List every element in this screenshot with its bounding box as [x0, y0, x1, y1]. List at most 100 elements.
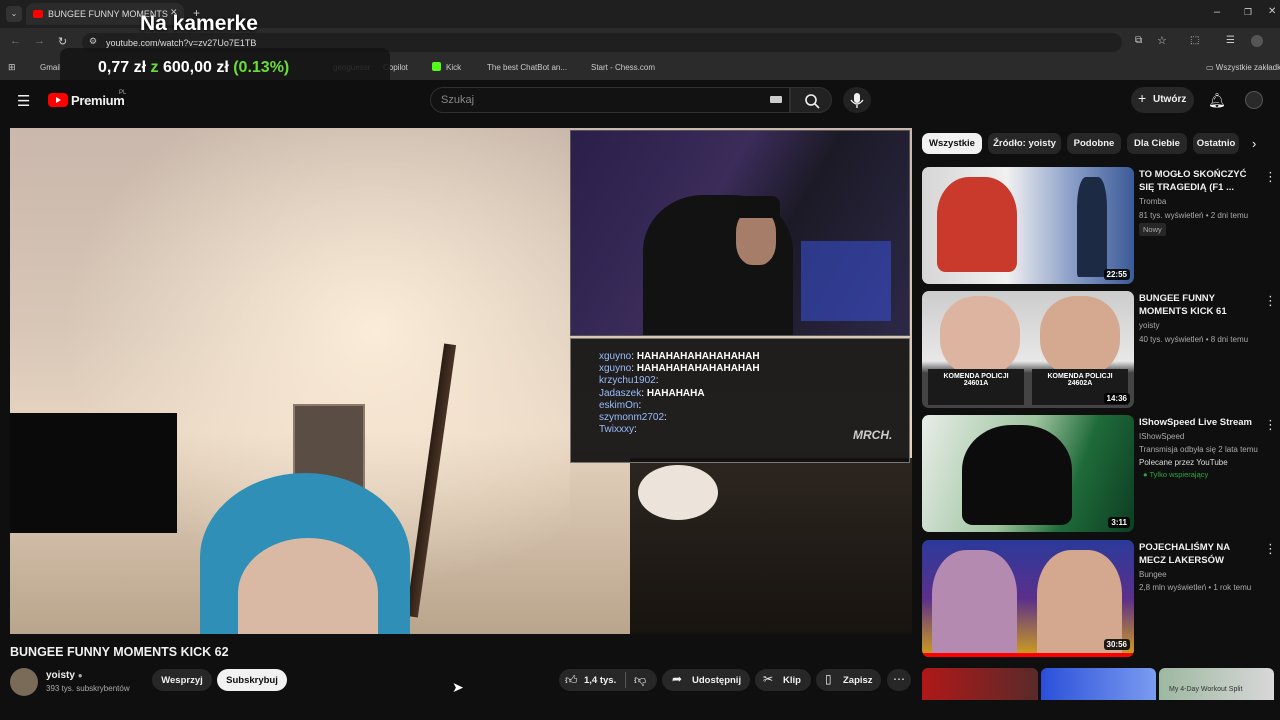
thumb-figure	[932, 550, 1017, 657]
thumbnail[interactable]: 30:56	[922, 540, 1134, 657]
tab-search-icon[interactable]: ⌄	[6, 6, 22, 22]
microphone-icon[interactable]	[843, 87, 871, 113]
account-avatar[interactable]	[1245, 91, 1263, 109]
install-app-icon[interactable]: ⧉	[1135, 35, 1142, 46]
search-input[interactable]: Szukaj	[430, 87, 790, 113]
channel-avatar[interactable]	[10, 668, 38, 696]
search-button[interactable]	[790, 87, 832, 113]
bookmark-kick[interactable]: Kick	[446, 63, 461, 72]
chat-message: szymonm2702:	[599, 412, 667, 424]
bookmark-gmail[interactable]: Gmail	[40, 63, 61, 72]
save-label: Zapisz	[843, 675, 873, 686]
menu-icon[interactable]: ☰	[17, 92, 30, 110]
donation-goal-text: 0,77 zł z 600,00 zł (0.13%)	[98, 59, 290, 76]
url-text: youtube.com/watch?v=zv27Uo7E1TB	[106, 38, 257, 48]
forward-icon[interactable]: →	[34, 35, 45, 47]
create-button[interactable]: + Utwórz	[1131, 87, 1194, 113]
video-duration: 3:11	[1108, 517, 1130, 528]
members-only-badge: ● Tylko wspierający	[1143, 470, 1209, 479]
chip-similar[interactable]: Podobne	[1067, 133, 1121, 154]
window-close-icon[interactable]: ✕	[1268, 6, 1276, 17]
shorts-thumbnail[interactable]	[1041, 668, 1156, 700]
like-divider	[625, 672, 626, 688]
bookmark-chatbot[interactable]: The best ChatBot an...	[487, 63, 567, 72]
thumb-figure	[962, 425, 1072, 525]
chat-message: krzychu1902:	[599, 375, 659, 387]
rec-channel[interactable]: Tromba	[1139, 197, 1166, 206]
rec-meta: 2,8 mln wyświetleń • 1 rok temu	[1139, 583, 1252, 592]
rec-more-icon[interactable]: ⋮	[1264, 294, 1277, 307]
youtube-logo-icon[interactable]	[48, 93, 68, 107]
bookmark-star-icon[interactable]: ☆	[1157, 34, 1167, 47]
shorts-thumbnail[interactable]	[922, 668, 1038, 700]
stream-brand-logo: MRCH.	[853, 428, 893, 442]
rec-meta: Transmisja odbyła się 2 lata temu	[1139, 445, 1258, 454]
profile-avatar[interactable]	[1251, 35, 1263, 47]
chat-message: eskimOn:	[599, 399, 642, 411]
maximize-icon[interactable]: ❐	[1244, 7, 1252, 18]
minimize-icon[interactable]: –	[1214, 6, 1220, 18]
dislike-icon[interactable]: 👎︎	[634, 673, 646, 688]
streamer-cap	[736, 196, 780, 218]
scissors-icon: ✂	[763, 672, 774, 686]
search-placeholder: Szukaj	[441, 94, 475, 106]
overlay-title: Na kamerke	[140, 12, 258, 35]
save-bookmark-icon: ▯	[825, 672, 832, 686]
more-actions-icon[interactable]: ⋯	[887, 669, 911, 691]
subscriber-count: 393 tys. subskrybentów	[46, 684, 130, 693]
support-button[interactable]: Wesprzyj	[152, 669, 212, 691]
bookmarks-folder[interactable]: ▭ Wszystkie zakładki	[1206, 63, 1280, 72]
chat-message: Jadaszek: HAHAHAHA	[599, 387, 705, 399]
rec-channel[interactable]: IShowSpeed	[1139, 432, 1184, 441]
thumb-figure	[937, 177, 1017, 272]
chip-all[interactable]: Wszystkie	[922, 133, 982, 154]
chat-message: xguyno: HAHAHAHAHAHAHAHAH	[599, 363, 760, 375]
thumb-figure	[1040, 296, 1120, 376]
rec-more-icon[interactable]: ⋮	[1264, 418, 1277, 431]
like-icon[interactable]: 👍︎	[565, 673, 578, 688]
watch-progress	[922, 653, 1134, 657]
rec-channel[interactable]: Bungee	[1139, 570, 1167, 579]
subscribe-button[interactable]: Subskrybuj	[217, 669, 287, 691]
video-title: BUNGEE FUNNY MOMENTS KICK 62	[10, 645, 229, 659]
back-icon[interactable]: ←	[10, 35, 21, 47]
thumbnail[interactable]: 22:55	[922, 167, 1134, 284]
chip-recent[interactable]: Ostatnio	[1193, 133, 1239, 154]
rec-more-icon[interactable]: ⋮	[1264, 170, 1277, 183]
keyboard-icon[interactable]	[770, 96, 782, 103]
bookmark-chess[interactable]: Start - Chess.com	[591, 63, 655, 72]
share-icon: ➦	[672, 672, 683, 686]
notifications-bell-icon[interactable]: 🔔︎	[1208, 92, 1226, 109]
site-info-icon[interactable]: ⚙	[89, 36, 97, 47]
rec-title[interactable]: TO MOGŁO SKOŃCZYĆ SIĘ TRAGEDIĄ (F1 ...	[1139, 168, 1259, 194]
mouse-cursor-icon: ➤	[452, 679, 464, 695]
police-board: KOMENDA POLICJI 24601A	[928, 369, 1024, 405]
apps-grid-icon[interactable]: ⊞	[8, 62, 16, 73]
chat-message: xguyno: HAHAHAHAHAHAHAHAH	[599, 351, 760, 362]
video-duration: 30:56	[1103, 639, 1130, 650]
channel-name[interactable]: yoisty ●	[46, 670, 83, 681]
rec-meta: 81 tys. wyświetleń • 2 dni temu	[1139, 211, 1249, 220]
rec-channel[interactable]: yoisty	[1139, 321, 1159, 330]
extensions-icon[interactable]: ⬚	[1190, 35, 1199, 46]
kick-icon	[432, 62, 441, 71]
rec-more-icon[interactable]: ⋮	[1264, 542, 1277, 555]
youtube-premium-logo[interactable]: Premium	[71, 93, 125, 108]
rec-title[interactable]: IShowSpeed Live Stream	[1139, 416, 1259, 429]
thumbnail[interactable]: KOMENDA POLICJI 24601A KOMENDA POLICJI 246…	[922, 291, 1134, 408]
video-scene-tv	[10, 413, 177, 533]
new-badge: Nowy	[1139, 223, 1166, 236]
page-bottom	[0, 700, 1280, 720]
reload-icon[interactable]: ↻	[58, 35, 67, 48]
like-count[interactable]: 1,4 tys.	[584, 675, 616, 686]
chip-for-you[interactable]: Dla Ciebie	[1127, 133, 1187, 154]
youtube-favicon-icon	[33, 10, 43, 18]
thumbnail[interactable]: 3:11	[922, 415, 1134, 532]
plus-icon: +	[1138, 90, 1147, 106]
chips-next-icon[interactable]: ›	[1252, 136, 1256, 151]
rec-title[interactable]: POJECHALIŚMY NA MECZ LAKERSÓW	[1139, 541, 1259, 567]
sidepanel-icon[interactable]: ☰	[1226, 35, 1235, 46]
rec-title[interactable]: BUNGEE FUNNY MOMENTS KICK 61	[1139, 292, 1259, 318]
shorts-thumbnail[interactable]: My 4-Day Workout Split	[1159, 668, 1274, 700]
chip-source[interactable]: Źródło: yoisty	[988, 133, 1061, 154]
